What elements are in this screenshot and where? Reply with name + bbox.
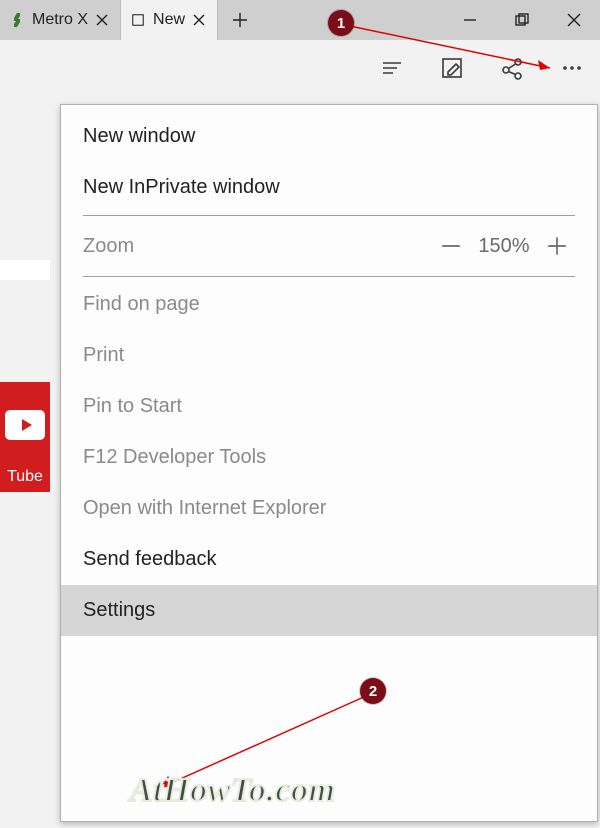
maximize-button[interactable]	[496, 0, 548, 40]
zoom-in-button[interactable]	[539, 228, 575, 264]
menu-pin[interactable]: Pin to Start	[61, 381, 597, 432]
zoom-label: Zoom	[83, 235, 433, 258]
tab-label: Metro X	[32, 11, 88, 29]
more-icon[interactable]	[558, 54, 586, 82]
page-background	[0, 260, 50, 280]
youtube-tile-label: Tube	[7, 468, 43, 486]
menu-find[interactable]: Find on page	[61, 279, 597, 330]
watermark: AtHowTo.com	[130, 772, 335, 810]
zoom-out-button[interactable]	[433, 228, 469, 264]
tab-metro[interactable]: Metro X	[0, 0, 121, 40]
menu-new-window[interactable]: New window	[61, 111, 597, 162]
annotation-badge-1: 1	[328, 10, 354, 36]
new-tab-button[interactable]	[218, 0, 262, 40]
menu-print[interactable]: Print	[61, 330, 597, 381]
menu-settings[interactable]: Settings	[61, 585, 597, 636]
deviantart-icon	[8, 11, 26, 29]
tab-label: New	[153, 11, 185, 29]
page-icon	[129, 11, 147, 29]
youtube-tile[interactable]: Tube	[0, 382, 50, 492]
menu-zoom-row: Zoom 150%	[61, 218, 597, 274]
close-icon[interactable]	[189, 10, 209, 30]
close-icon[interactable]	[92, 10, 112, 30]
menu-divider	[83, 276, 575, 277]
menu-new-inprivate[interactable]: New InPrivate window	[61, 162, 597, 213]
menu-devtools[interactable]: F12 Developer Tools	[61, 432, 597, 483]
toolbar	[0, 40, 600, 96]
youtube-icon	[5, 410, 45, 440]
menu-feedback[interactable]: Send feedback	[61, 534, 597, 585]
web-note-icon[interactable]	[438, 54, 466, 82]
reading-view-icon[interactable]	[378, 54, 406, 82]
close-window-button[interactable]	[548, 0, 600, 40]
share-icon[interactable]	[498, 54, 526, 82]
minimize-button[interactable]	[444, 0, 496, 40]
menu-open-ie[interactable]: Open with Internet Explorer	[61, 483, 597, 534]
tab-new[interactable]: New	[121, 0, 218, 40]
annotation-badge-2: 2	[360, 678, 386, 704]
more-menu: New window New InPrivate window Zoom 150…	[60, 104, 598, 822]
menu-divider	[83, 215, 575, 216]
titlebar: Metro X New	[0, 0, 600, 40]
zoom-value: 150%	[469, 235, 539, 258]
